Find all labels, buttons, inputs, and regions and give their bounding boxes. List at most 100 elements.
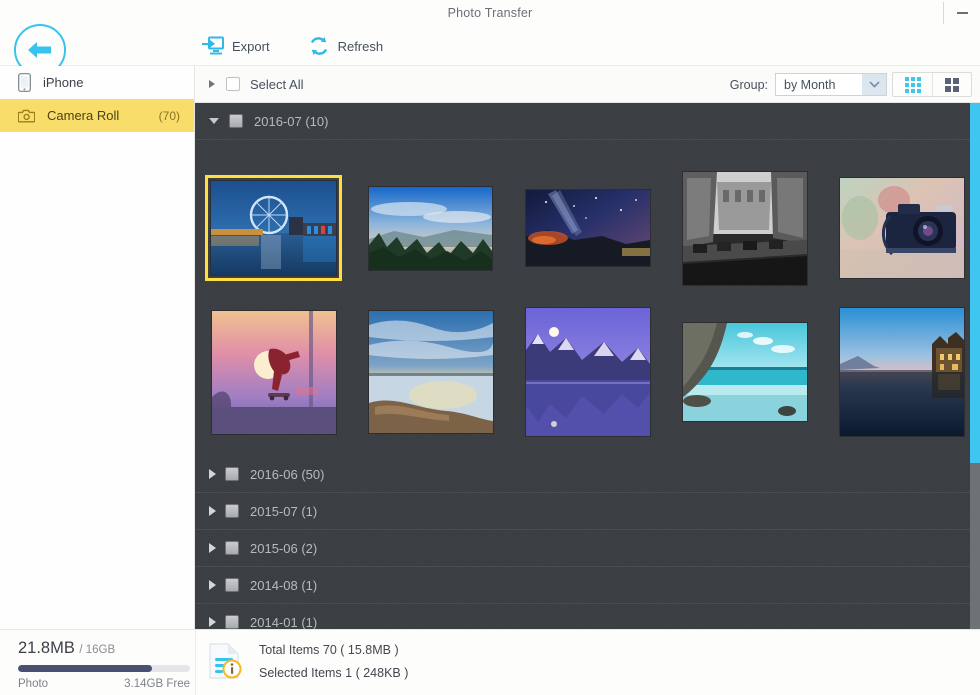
group-select[interactable]: by Month — [775, 73, 887, 96]
storage-category: Photo — [18, 678, 48, 690]
photo-forest-lake-clouds[interactable] — [369, 187, 492, 270]
photo-regent-street-bw[interactable] — [683, 172, 807, 285]
group-label-text: 2015-07 (1) — [250, 504, 317, 519]
photo-thumbnail-image — [526, 190, 650, 266]
storage-progress-fill — [18, 665, 152, 672]
thumbnail-row — [195, 156, 980, 300]
photo-castle-lake-dusk[interactable] — [840, 308, 964, 436]
vertical-scrollbar[interactable] — [970, 103, 980, 629]
group-checkbox[interactable] — [225, 541, 239, 555]
photo-london-eye-night[interactable] — [211, 181, 336, 275]
refresh-icon — [308, 36, 330, 56]
storage-used: 21.8MB — [18, 639, 75, 657]
thumbnail-cell — [666, 323, 823, 421]
back-arrow-icon — [26, 39, 54, 61]
group-label: Group: — [730, 78, 768, 92]
storage-progress-track — [18, 665, 190, 672]
group-label-text: 2015-06 (2) — [250, 541, 317, 556]
group-label-text: 2014-01 (1) — [250, 615, 317, 630]
expand-triangle-icon[interactable] — [209, 543, 216, 553]
items-summary: Total Items 70 ( 15.8MB ) Selected Items… — [205, 642, 408, 680]
sidebar-item-camera-roll[interactable]: Camera Roll (70) — [0, 99, 194, 132]
group-checkbox[interactable] — [225, 615, 239, 629]
group-header-row[interactable]: 2014-08 (1) — [195, 567, 980, 604]
title-bar: Photo Transfer — [0, 0, 980, 26]
photo-cave-turquoise-beach[interactable] — [683, 323, 807, 421]
view-large-grid-button[interactable] — [932, 73, 971, 96]
selected-items-label: Selected Items 1 ( 248KB ) — [259, 666, 408, 680]
document-info-icon — [205, 642, 245, 680]
thumbnail-cell — [195, 181, 352, 275]
photo-transfer-window: Photo Transfer Export — [0, 0, 980, 695]
total-items-label: Total Items 70 ( 15.8MB ) — [259, 643, 408, 657]
photo-driftwood-lake[interactable] — [369, 311, 493, 433]
sidebar-item-iphone[interactable]: iPhone — [0, 66, 194, 99]
collapse-triangle-icon[interactable] — [209, 118, 219, 124]
window-controls — [943, 0, 980, 26]
view-small-grid-button[interactable] — [893, 73, 932, 96]
thumbnail-cell — [509, 308, 666, 436]
refresh-button[interactable]: Refresh — [302, 34, 390, 58]
large-grid-icon — [945, 78, 959, 92]
thumbnail-row — [195, 300, 980, 444]
group-header-row[interactable]: 2015-06 (2) — [195, 530, 980, 567]
thumbnail-cell — [823, 178, 980, 278]
group-checkbox[interactable] — [225, 578, 239, 592]
main-toolbar: Export Refresh — [0, 26, 980, 66]
storage-summary: 21.8MB / 16GB Photo 3.14GB Free — [18, 639, 190, 690]
minimize-button[interactable] — [944, 0, 980, 26]
expand-all-caret-icon[interactable] — [209, 80, 215, 88]
export-icon — [202, 36, 224, 56]
expand-triangle-icon[interactable] — [209, 469, 216, 479]
group-select-value: by Month — [776, 78, 862, 92]
photo-skateboarder-sunset[interactable] — [212, 311, 336, 434]
group-header-row[interactable]: 2015-07 (1) — [195, 493, 980, 530]
view-toggle-group — [892, 72, 972, 97]
thumbnail-cell — [823, 308, 980, 436]
export-button[interactable]: Export — [196, 34, 276, 58]
window-title: Photo Transfer — [448, 6, 533, 20]
scrollbar-thumb[interactable] — [970, 103, 980, 463]
items-text-block: Total Items 70 ( 15.8MB ) Selected Items… — [259, 643, 408, 680]
storage-free: 3.14GB Free — [124, 678, 190, 690]
thumbnail-cell — [352, 311, 509, 433]
chevron-down-icon — [862, 74, 886, 95]
photo-thumbnail-image — [840, 308, 964, 436]
photo-thumbnail-image — [683, 323, 807, 421]
group-header-row[interactable]: 2016-06 (50) — [195, 456, 980, 493]
status-divider — [195, 630, 196, 695]
small-grid-icon — [905, 77, 921, 93]
group-label-text: 2014-08 (1) — [250, 578, 317, 593]
photo-thumbnail-image — [369, 311, 493, 433]
camera-icon — [18, 109, 35, 123]
thumbnail-cell — [509, 190, 666, 266]
group-checkbox[interactable] — [225, 467, 239, 481]
select-all-checkbox[interactable] — [226, 77, 240, 91]
photo-grid-area: 2016-07 (10) — [195, 103, 980, 629]
group-checkbox[interactable] — [225, 504, 239, 518]
group-control: Group: by Month — [730, 73, 887, 96]
sidebar: iPhone Camera Roll (70) — [0, 66, 195, 629]
photo-thumbnail-image — [212, 311, 336, 434]
sidebar-item-label: iPhone — [43, 75, 168, 90]
group-header-row[interactable]: 2014-01 (1) — [195, 604, 980, 629]
photo-milky-way-ridge[interactable] — [526, 190, 650, 266]
photo-thumbnail-image — [840, 178, 964, 278]
thumbnail-cell — [666, 172, 823, 285]
group-header-row[interactable]: 2016-07 (10) — [195, 103, 980, 140]
toolbar-actions: Export Refresh — [196, 26, 389, 66]
group-checkbox[interactable] — [229, 114, 243, 128]
phone-icon — [18, 73, 31, 92]
expand-triangle-icon[interactable] — [209, 506, 216, 516]
expand-triangle-icon[interactable] — [209, 617, 216, 627]
group-label-text: 2016-06 (50) — [250, 467, 324, 482]
content-header-bar: Select All Group: by Month — [195, 66, 980, 103]
photo-thumbnail-image — [369, 187, 492, 270]
expand-triangle-icon[interactable] — [209, 580, 216, 590]
minimize-icon — [957, 12, 968, 14]
photo-purple-mountain-reflection[interactable] — [526, 308, 650, 436]
group-label-text: 2016-07 (10) — [254, 114, 328, 129]
photo-thumbnails — [195, 140, 980, 456]
photo-vintage-camera[interactable] — [840, 178, 964, 278]
export-label: Export — [232, 39, 270, 54]
